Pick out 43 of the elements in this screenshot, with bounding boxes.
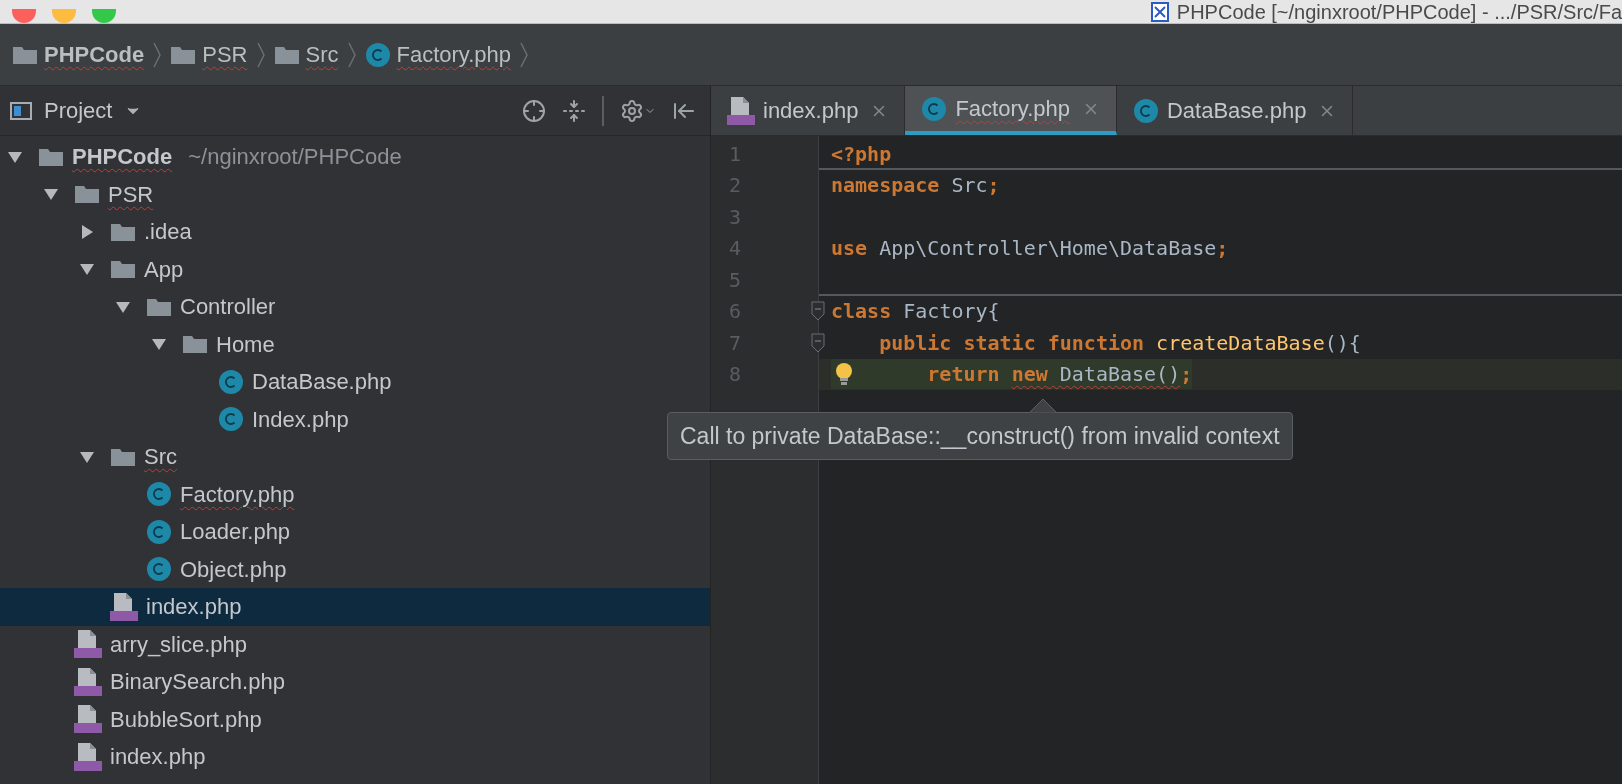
tree-item-label: PSR [108, 180, 154, 209]
tab-label: index.php [763, 97, 859, 125]
code-token: (){ [1324, 329, 1361, 357]
tree-item-label: Src [144, 443, 177, 472]
tree-item-label: BubbleSort.php [110, 705, 262, 734]
breadcrumb-label: Src [305, 41, 339, 69]
breadcrumb-label: PHPCode [44, 41, 145, 69]
code-token: ; [1180, 359, 1193, 390]
tooltip-text: Call to private DataBase::__construct() from invalid context [680, 421, 1280, 451]
breadcrumb-label: PSR [202, 41, 248, 69]
code-token: App\Controller\Home\DataBase [878, 235, 1217, 263]
code-token: Factory{ [902, 298, 1000, 326]
code-token: return [831, 359, 1012, 390]
tree-item-label: Loader.php [180, 518, 291, 547]
code-token: ; [987, 172, 1000, 200]
tree-item-label: Index.php [252, 405, 349, 434]
tree-item-label: Home [216, 330, 275, 359]
tree-item-label: Factory.php [180, 480, 295, 509]
breadcrumb-label: Factory.php [396, 41, 512, 69]
tree-item-label: PHPCode [72, 143, 173, 172]
tree-item-label: index.php [110, 743, 206, 772]
tree-item-label: DataBase.php [252, 368, 392, 397]
tree-item-label: index.php [146, 593, 242, 622]
code-token: use [831, 235, 868, 263]
code-token: namespace [831, 172, 940, 200]
tree-item-label: App [144, 255, 184, 284]
tree-item-label: arry_slice.php [110, 630, 247, 659]
code-token: DataBase() [1047, 359, 1181, 390]
tab-label: Factory.php [955, 95, 1070, 123]
tree-item-label: Object.php [180, 555, 287, 584]
tree-item-label: BinarySearch.php [110, 668, 285, 697]
code-token: createDataBase [1155, 329, 1325, 357]
code-token: public static function [878, 329, 1145, 357]
tab-label: DataBase.php [1166, 97, 1307, 125]
code-token: ; [1216, 235, 1229, 263]
tree-item-label: Controller [180, 293, 276, 322]
tree-item-label: .idea [144, 218, 192, 247]
window-title: PHPCode [~/nginxroot/PHPCode] - .../PSR/Src/Fa [1176, 1, 1622, 23]
code-token: <?php [831, 140, 892, 168]
tree-item-path: ~/nginxroot/PHPCode [188, 143, 402, 172]
code-token: class [831, 298, 892, 326]
code-token: new [1011, 359, 1048, 390]
code-token: Src [950, 172, 988, 200]
